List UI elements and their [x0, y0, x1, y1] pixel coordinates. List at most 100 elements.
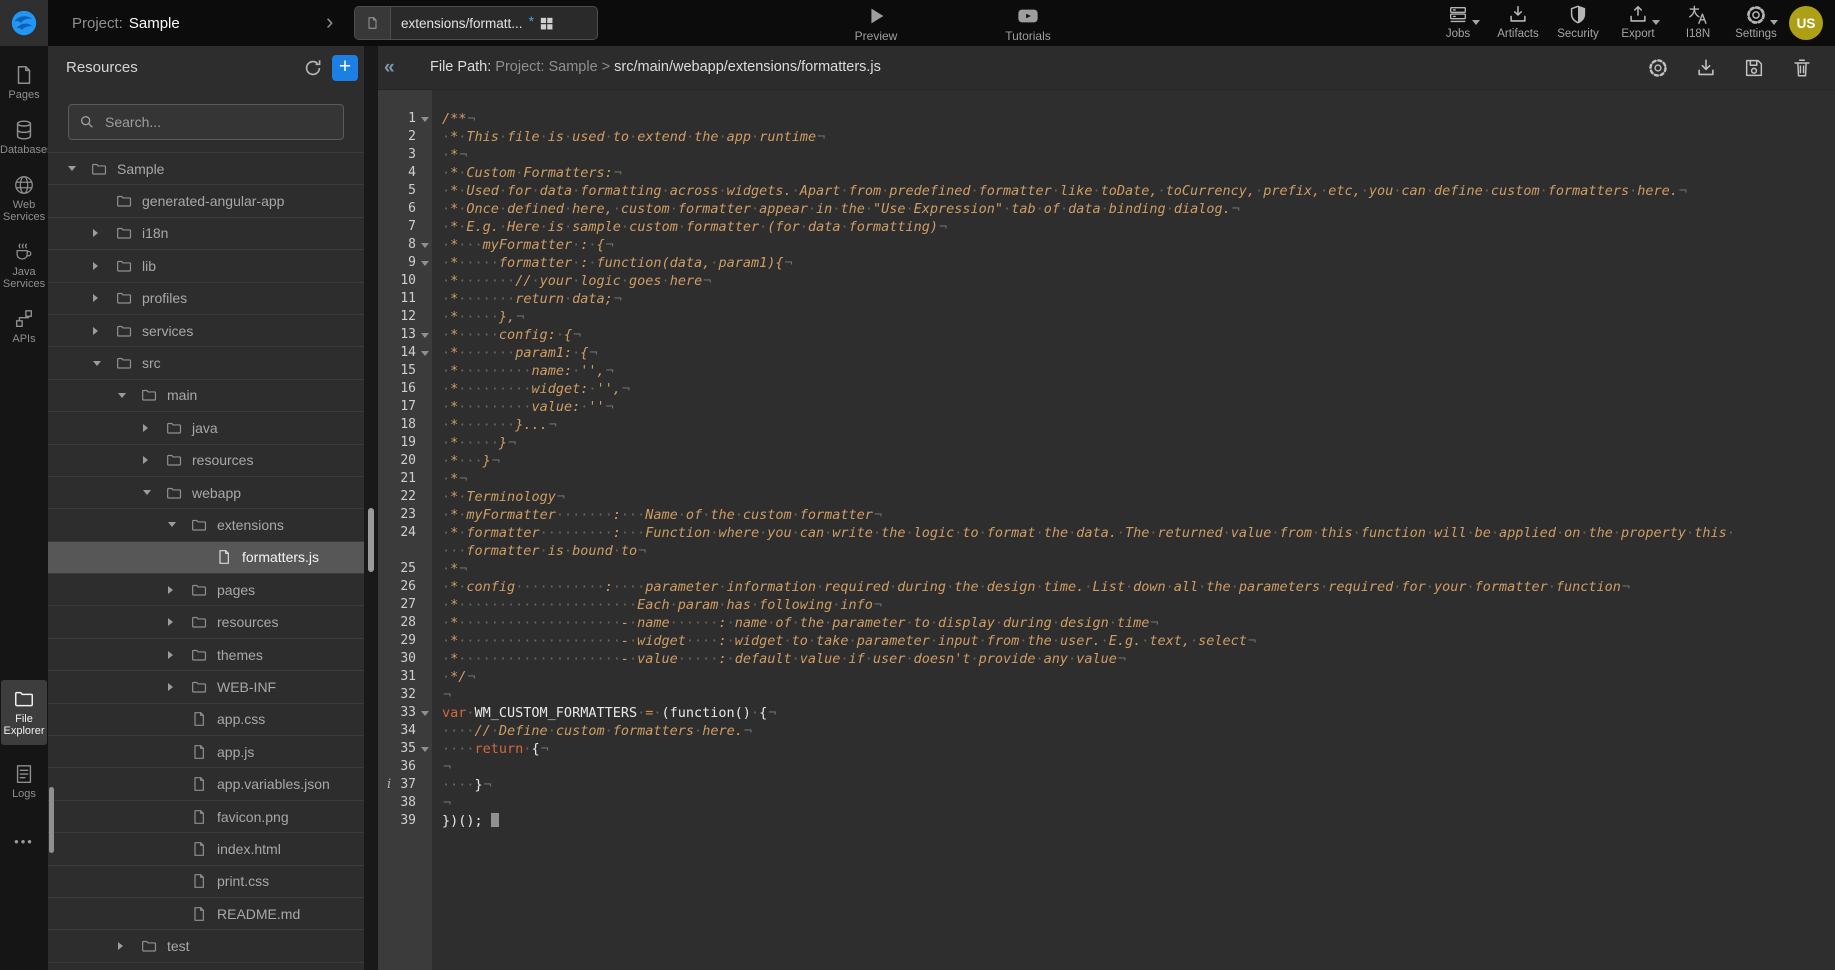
- chevron-right-icon[interactable]: [93, 229, 98, 237]
- panel-splitter[interactable]: [364, 46, 378, 970]
- delete-button[interactable]: [1791, 57, 1813, 79]
- gutter-cell[interactable]: 28: [378, 614, 432, 632]
- chevron-right-icon[interactable]: [143, 456, 148, 464]
- tree-row-resources[interactable]: resources: [48, 445, 364, 477]
- collapse-panel-button[interactable]: «: [384, 57, 395, 79]
- download-button[interactable]: [1695, 57, 1717, 79]
- gutter-cell[interactable]: 35: [378, 740, 432, 758]
- gutter-cell[interactable]: 20: [378, 452, 432, 470]
- project-breadcrumb[interactable]: Project: Sample: [72, 0, 180, 46]
- gutter-cell[interactable]: 16: [378, 380, 432, 398]
- tree-row-src[interactable]: src: [48, 347, 364, 379]
- resource-search[interactable]: [68, 104, 344, 140]
- tree-row-app.variables.json[interactable]: app.variables.json: [48, 768, 364, 800]
- gutter-cell[interactable]: 11: [378, 290, 432, 308]
- save-button[interactable]: [1743, 57, 1765, 79]
- search-input[interactable]: [103, 113, 333, 131]
- tree-row-resources[interactable]: resources: [48, 606, 364, 638]
- code-editor[interactable]: 1/**¬2·*·This·file·is·used·to·extend·the…: [378, 90, 1835, 970]
- sidebar-item-java-services[interactable]: Java Services: [0, 223, 48, 290]
- tree-row-lib[interactable]: lib: [48, 250, 364, 282]
- sidebar-item-databases[interactable]: Databases: [0, 101, 48, 156]
- topbar-action-tutorials[interactable]: Tutorials: [996, 5, 1060, 43]
- tree-row-services[interactable]: services: [48, 315, 364, 347]
- gutter-cell[interactable]: 12: [378, 308, 432, 326]
- menu-item-i18n[interactable]: I18N: [1670, 4, 1726, 40]
- gutter-cell[interactable]: 17: [378, 398, 432, 416]
- chevron-right-icon[interactable]: [118, 942, 123, 950]
- tree-row-formatters.js[interactable]: formatters.js: [48, 542, 364, 574]
- gutter-cell[interactable]: 8: [378, 236, 432, 254]
- chevron-down-icon[interactable]: [118, 393, 126, 398]
- chevron-down-icon[interactable]: [168, 522, 176, 527]
- tree-row-test[interactable]: test: [48, 930, 364, 962]
- file-settings-button[interactable]: [1647, 57, 1669, 79]
- fold-arrow-icon[interactable]: [421, 243, 429, 248]
- tree-row-index.html[interactable]: index.html: [48, 833, 364, 865]
- tree-row-readme.md[interactable]: README.md: [48, 898, 364, 930]
- fold-arrow-icon[interactable]: [421, 261, 429, 266]
- chevron-down-icon[interactable]: [68, 166, 76, 171]
- chevron-right-icon[interactable]: [93, 262, 98, 270]
- tree-row-main[interactable]: main: [48, 380, 364, 412]
- chevron-right-icon[interactable]: [168, 586, 173, 594]
- gutter-cell[interactable]: 24: [378, 524, 432, 542]
- rail-overflow-button[interactable]: •••: [0, 834, 48, 849]
- gutter-cell[interactable]: 27: [378, 596, 432, 614]
- tree-row-app.css[interactable]: app.css: [48, 704, 364, 736]
- gutter-cell[interactable]: 38: [378, 794, 432, 812]
- gutter-cell[interactable]: 1: [378, 110, 432, 128]
- tree-scrollbar-thumb[interactable]: [49, 787, 54, 853]
- gutter-cell[interactable]: 9: [378, 254, 432, 272]
- tree-row-app.js[interactable]: app.js: [48, 736, 364, 768]
- tree-row-pages[interactable]: pages: [48, 574, 364, 606]
- sidebar-item-logs[interactable]: Logs: [0, 745, 48, 800]
- fold-arrow-icon[interactable]: [421, 351, 429, 356]
- sidebar-item-pages[interactable]: Pages: [0, 46, 48, 101]
- user-avatar[interactable]: US: [1789, 6, 1823, 40]
- sidebar-item-file-explorer[interactable]: File Explorer: [1, 680, 47, 745]
- gutter-cell[interactable]: 31: [378, 668, 432, 686]
- fold-arrow-icon[interactable]: [421, 333, 429, 338]
- tree-row-extensions[interactable]: extensions: [48, 509, 364, 541]
- gutter-cell[interactable]: 32: [378, 686, 432, 704]
- tree-row-webapp[interactable]: webapp: [48, 477, 364, 509]
- gutter-cell[interactable]: 33: [378, 704, 432, 722]
- tree-row-generated-angular-app[interactable]: generated-angular-app: [48, 185, 364, 217]
- gutter-cell[interactable]: 29: [378, 632, 432, 650]
- chevron-right-icon[interactable]: [143, 424, 148, 432]
- gutter-cell[interactable]: 15: [378, 362, 432, 380]
- chevron-right-icon[interactable]: [168, 618, 173, 626]
- gutter-cell[interactable]: 2: [378, 128, 432, 146]
- tree-row-web-inf[interactable]: WEB-INF: [48, 671, 364, 703]
- splitter-scrollbar-thumb[interactable]: [368, 508, 374, 572]
- gutter-cell[interactable]: 7: [378, 218, 432, 236]
- sidebar-item-apis[interactable]: APIs: [0, 290, 48, 345]
- tree-row-profiles[interactable]: profiles: [48, 283, 364, 315]
- gutter-cell[interactable]: 30: [378, 650, 432, 668]
- menu-item-artifacts[interactable]: Artifacts: [1490, 4, 1546, 40]
- gutter-cell[interactable]: 13: [378, 326, 432, 344]
- gutter-cell[interactable]: 14: [378, 344, 432, 362]
- chevron-right-icon[interactable]: [168, 683, 173, 691]
- gutter-cell[interactable]: 6: [378, 200, 432, 218]
- gutter-cell[interactable]: 4: [378, 164, 432, 182]
- gutter-cell[interactable]: 39: [378, 812, 432, 830]
- tree-row-sample[interactable]: Sample: [48, 153, 364, 185]
- menu-item-security[interactable]: Security: [1550, 4, 1606, 40]
- gutter-cell[interactable]: 21: [378, 470, 432, 488]
- chevron-right-icon[interactable]: [93, 294, 98, 302]
- gutter-cell[interactable]: 26: [378, 578, 432, 596]
- gutter-cell[interactable]: i37: [378, 776, 432, 794]
- gutter-cell[interactable]: 18: [378, 416, 432, 434]
- refresh-button[interactable]: [302, 57, 324, 79]
- gutter-cell[interactable]: 19: [378, 434, 432, 452]
- gutter-cell[interactable]: [378, 542, 432, 560]
- chevron-right-icon[interactable]: [168, 651, 173, 659]
- tree-row-java[interactable]: java: [48, 412, 364, 444]
- gutter-cell[interactable]: 23: [378, 506, 432, 524]
- tree-row-favicon.png[interactable]: favicon.png: [48, 801, 364, 833]
- sidebar-item-web-services[interactable]: Web Services: [0, 156, 48, 223]
- topbar-action-preview[interactable]: Preview: [844, 5, 908, 43]
- tree-row-themes[interactable]: themes: [48, 639, 364, 671]
